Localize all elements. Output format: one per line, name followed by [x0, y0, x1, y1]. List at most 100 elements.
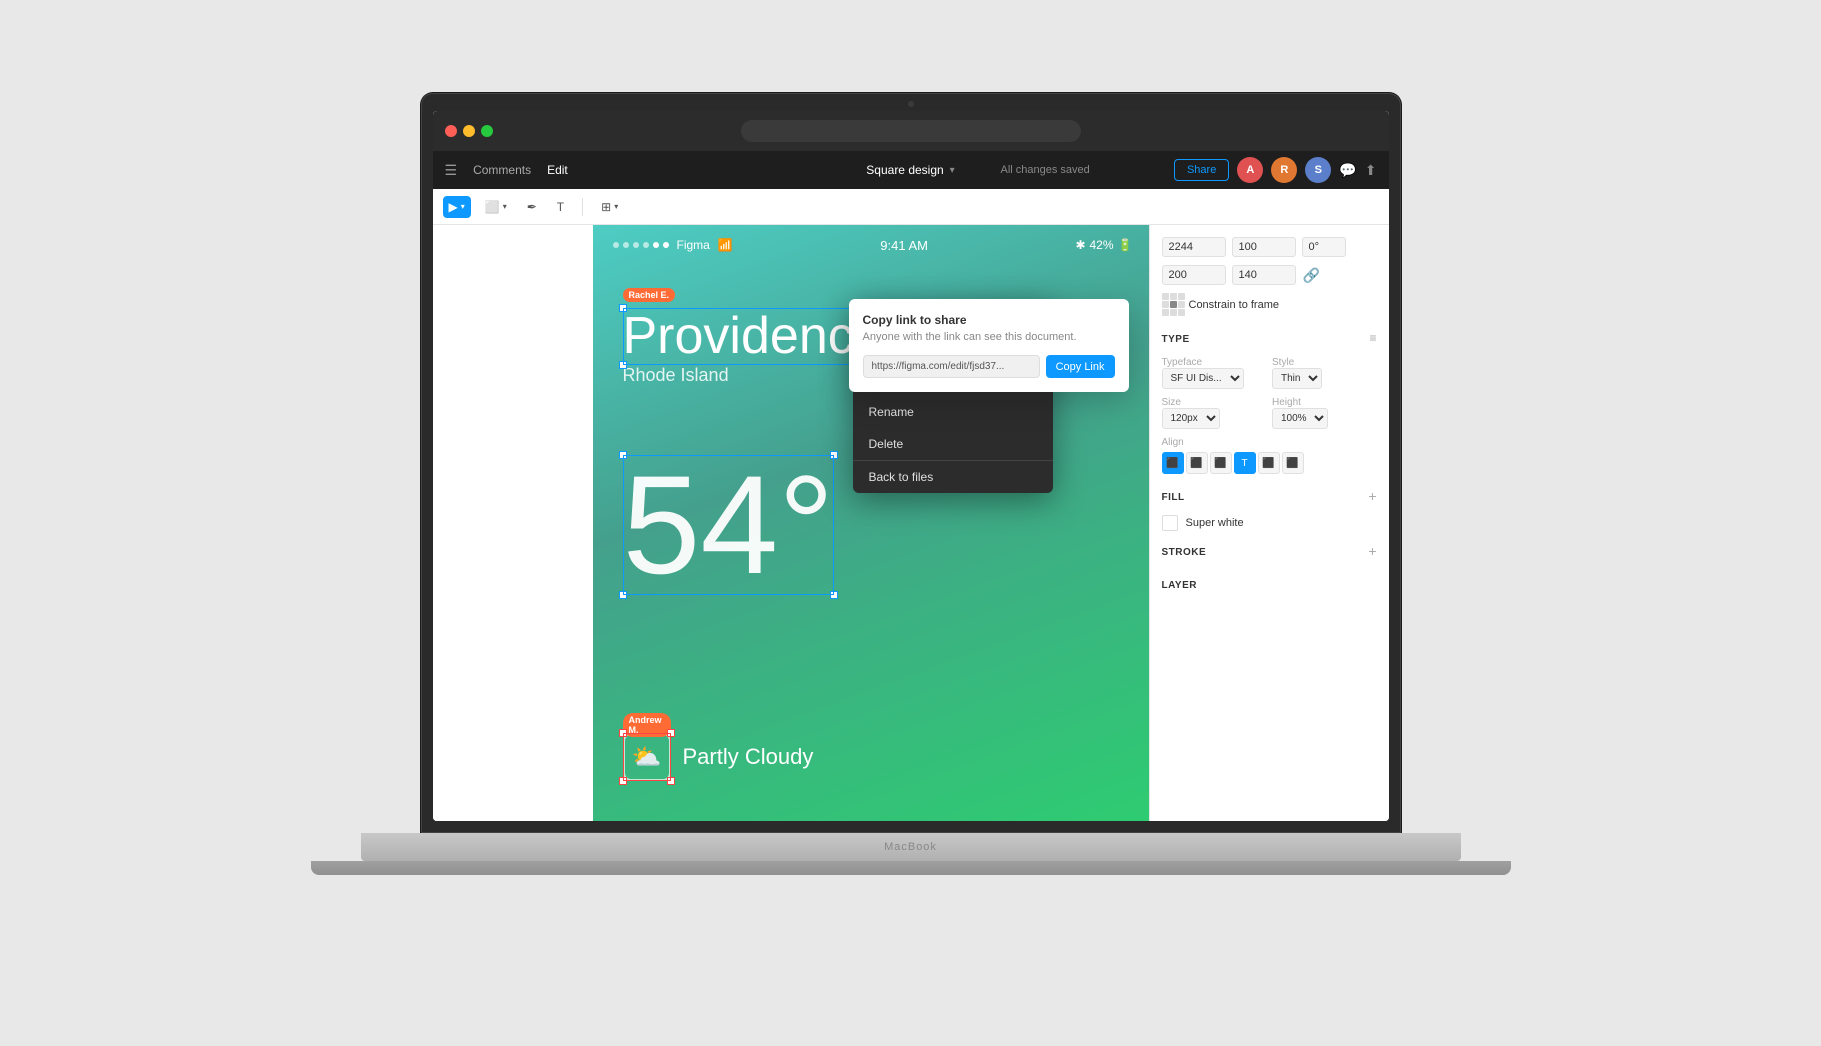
fill-color-swatch[interactable] [1162, 515, 1178, 531]
fill-label: FILL [1162, 492, 1185, 503]
select-tool-arrow: ▾ [461, 202, 465, 211]
fill-color-name: Super white [1186, 517, 1244, 529]
height-select[interactable]: 100% [1272, 408, 1328, 429]
frame-tool-arrow: ▾ [503, 202, 507, 211]
menu-back-label: Back to files [869, 470, 934, 484]
share-button[interactable]: Share [1174, 159, 1229, 181]
screen-content: ☰ Comments Edit Square design ▾ All chan… [433, 111, 1389, 821]
temp-handle-tl [619, 451, 627, 459]
type-section-header: TYPE ≡ [1162, 324, 1377, 351]
height-input[interactable] [1232, 265, 1296, 285]
weather-handle-br [667, 777, 675, 785]
macbook-base [361, 833, 1461, 861]
align-right-button[interactable]: ⬛ [1210, 452, 1232, 474]
file-title[interactable]: Square design ▾ [866, 163, 954, 177]
weather-description: Partly Cloudy [683, 744, 814, 770]
close-button[interactable] [445, 125, 457, 137]
maximize-button[interactable] [481, 125, 493, 137]
temp-selection: 54° [623, 455, 835, 595]
file-title-text: Square design [866, 163, 943, 177]
toolbar-separator [582, 198, 583, 216]
stroke-section-header: STROKE + [1162, 537, 1377, 564]
x-input[interactable] [1162, 237, 1226, 257]
comment-icon[interactable]: 💬 [1339, 162, 1356, 179]
height-wrapper: Height 100% [1272, 397, 1377, 429]
width-input[interactable] [1162, 265, 1226, 285]
y-input[interactable] [1232, 237, 1296, 257]
macbook-container: ☰ Comments Edit Square design ▾ All chan… [311, 93, 1511, 953]
pen-tool-button[interactable]: ✒ [521, 196, 543, 218]
title-dropdown-arrow[interactable]: ▾ [950, 165, 955, 176]
weather-handle-tr [667, 729, 675, 737]
size-select[interactable]: 120px [1162, 408, 1220, 429]
stroke-add-icon[interactable]: + [1368, 543, 1376, 559]
share-popup: Copy link to share Anyone with the link … [849, 299, 1129, 392]
select-tool-button[interactable]: ▶ ▾ [443, 196, 471, 218]
battery-percent: 42% [1090, 238, 1114, 252]
right-panel: 🔗 [1149, 225, 1389, 821]
share-link-input[interactable] [863, 355, 1040, 378]
phone-status-bar: Figma 📶 9:41 AM ✱ 42% 🔋 [593, 225, 1149, 265]
avatar-a[interactable]: A [1237, 157, 1263, 183]
present-icon[interactable]: ⬆ [1365, 162, 1377, 179]
wifi-icon: 📶 [718, 238, 733, 252]
style-select[interactable]: Thin [1272, 368, 1322, 389]
weather-icon: ⛅ [623, 733, 671, 781]
temp-handle-bl [619, 591, 627, 599]
traffic-lights [445, 125, 493, 137]
size-wrapper: Size 120px [1162, 397, 1267, 429]
align-top-button[interactable]: T [1234, 452, 1256, 474]
frame-tool-button[interactable]: ⬜ ▾ [479, 196, 513, 218]
title-bar [433, 111, 1389, 151]
stroke-label: STROKE [1162, 547, 1207, 558]
align-bottom-button[interactable]: ⬛ [1282, 452, 1304, 474]
link-icon[interactable]: 🔗 [1302, 265, 1322, 285]
temperature-wrapper: 54° [623, 455, 835, 595]
edit-menu-item[interactable]: Edit [547, 163, 568, 177]
align-center-h-button[interactable]: ⬛ [1186, 452, 1208, 474]
minimize-button[interactable] [463, 125, 475, 137]
address-bar[interactable] [741, 120, 1081, 142]
typeface-select[interactable]: SF UI Dis... [1162, 368, 1244, 389]
save-status: All changes saved [1001, 164, 1090, 176]
text-tool-button[interactable]: T [551, 196, 570, 218]
select-tool-icon: ▶ [449, 200, 458, 214]
pen-tool-icon: ✒ [527, 200, 537, 214]
canvas[interactable]: Figma 📶 9:41 AM ✱ 42% 🔋 [433, 225, 1149, 821]
phone-signal-dots: Figma 📶 [613, 238, 733, 252]
hamburger-menu-icon[interactable]: ☰ [445, 162, 458, 179]
menu-rename[interactable]: Rename [853, 396, 1053, 428]
align-label: Align [1162, 437, 1377, 448]
weather-handle-tl [619, 729, 627, 737]
text-tool-icon: T [557, 200, 564, 214]
fill-color-row: Super white [1162, 515, 1377, 531]
menu-back-to-files[interactable]: Back to files [853, 460, 1053, 493]
main-area: Figma 📶 9:41 AM ✱ 42% 🔋 [433, 225, 1389, 821]
size-row: 🔗 [1162, 265, 1377, 285]
align-left-button[interactable]: ⬛ [1162, 452, 1184, 474]
menu-delete[interactable]: Delete [853, 428, 1053, 460]
avatar-s[interactable]: S [1305, 157, 1331, 183]
temp-handle-tr [830, 451, 838, 459]
avatar-r[interactable]: R [1271, 157, 1297, 183]
rotation-input[interactable] [1302, 237, 1346, 257]
type-options-icon[interactable]: ≡ [1369, 331, 1376, 345]
font-size-row: Size 120px Height 100% [1162, 397, 1377, 429]
figma-ui: ☰ Comments Edit Square design ▾ All chan… [433, 111, 1389, 821]
share-link-row: Copy Link [863, 355, 1115, 378]
phone-brand-label: Figma [677, 238, 710, 252]
style-label-wrapper: Style Thin [1272, 357, 1377, 389]
weather-section: Andrew M. ⛅ Partl [623, 733, 814, 781]
macbook-screen: ☰ Comments Edit Square design ▾ All chan… [421, 93, 1401, 833]
grid-tool-button[interactable]: ⊞ ▾ [595, 196, 624, 218]
menu-bar: ☰ Comments Edit Square design ▾ All chan… [433, 151, 1389, 189]
comments-menu-item[interactable]: Comments [473, 163, 531, 177]
fill-add-icon[interactable]: + [1368, 488, 1376, 504]
weather-wrapper: Andrew M. ⛅ [623, 733, 671, 781]
align-center-v-button[interactable]: ⬛ [1258, 452, 1280, 474]
share-popup-title: Copy link to share [863, 313, 1115, 327]
layer-section-header: LAYER [1162, 570, 1377, 597]
comment-bubble-rachel: Rachel E. [623, 288, 676, 302]
signal-dot-4 [643, 242, 649, 248]
copy-link-button[interactable]: Copy Link [1046, 355, 1115, 378]
